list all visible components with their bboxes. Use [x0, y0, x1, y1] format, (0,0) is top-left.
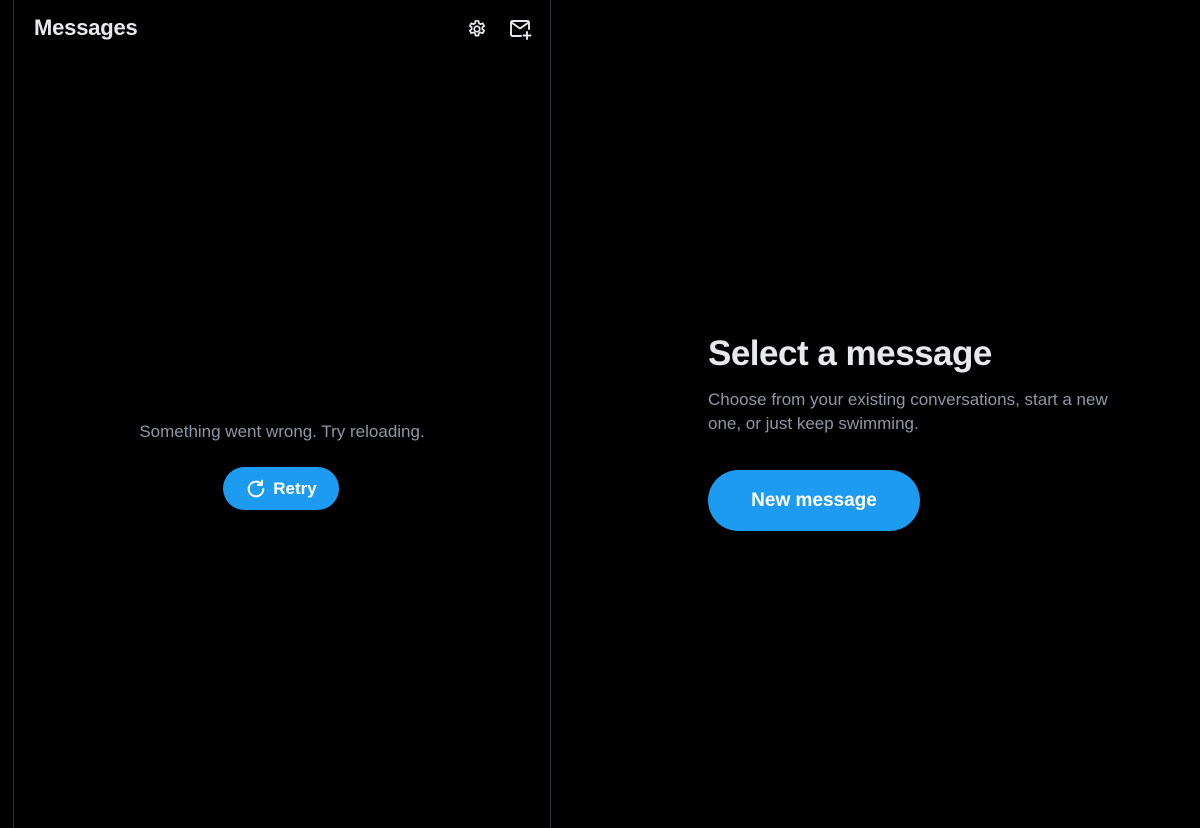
refresh-icon	[247, 479, 265, 497]
error-message: Something went wrong. Try reloading.	[139, 422, 425, 441]
error-state: Something went wrong. Try reloading.	[14, 420, 550, 444]
page-title: Messages	[34, 15, 138, 40]
empty-state-title: Select a message	[708, 334, 992, 373]
mail-plus-icon	[510, 20, 532, 40]
retry-button[interactable]: Retry	[223, 467, 339, 510]
empty-state-description: Choose from your existing conversations,…	[708, 390, 1108, 433]
retry-label: Retry	[273, 478, 317, 498]
new-message-button[interactable]: New message	[708, 470, 920, 531]
new-message-label: New message	[751, 489, 877, 511]
settings-button[interactable]	[464, 16, 490, 42]
conversation-panel: Select a message Choose from your existi…	[550, 0, 1200, 828]
messages-panel: Messages Something went wrong. Try reloa…	[13, 0, 551, 828]
gear-icon	[468, 20, 486, 37]
messages-header: Messages	[14, 0, 550, 60]
new-message-icon-button[interactable]	[507, 16, 533, 42]
app-window: Messages Something went wrong. Try reloa…	[0, 0, 1200, 828]
